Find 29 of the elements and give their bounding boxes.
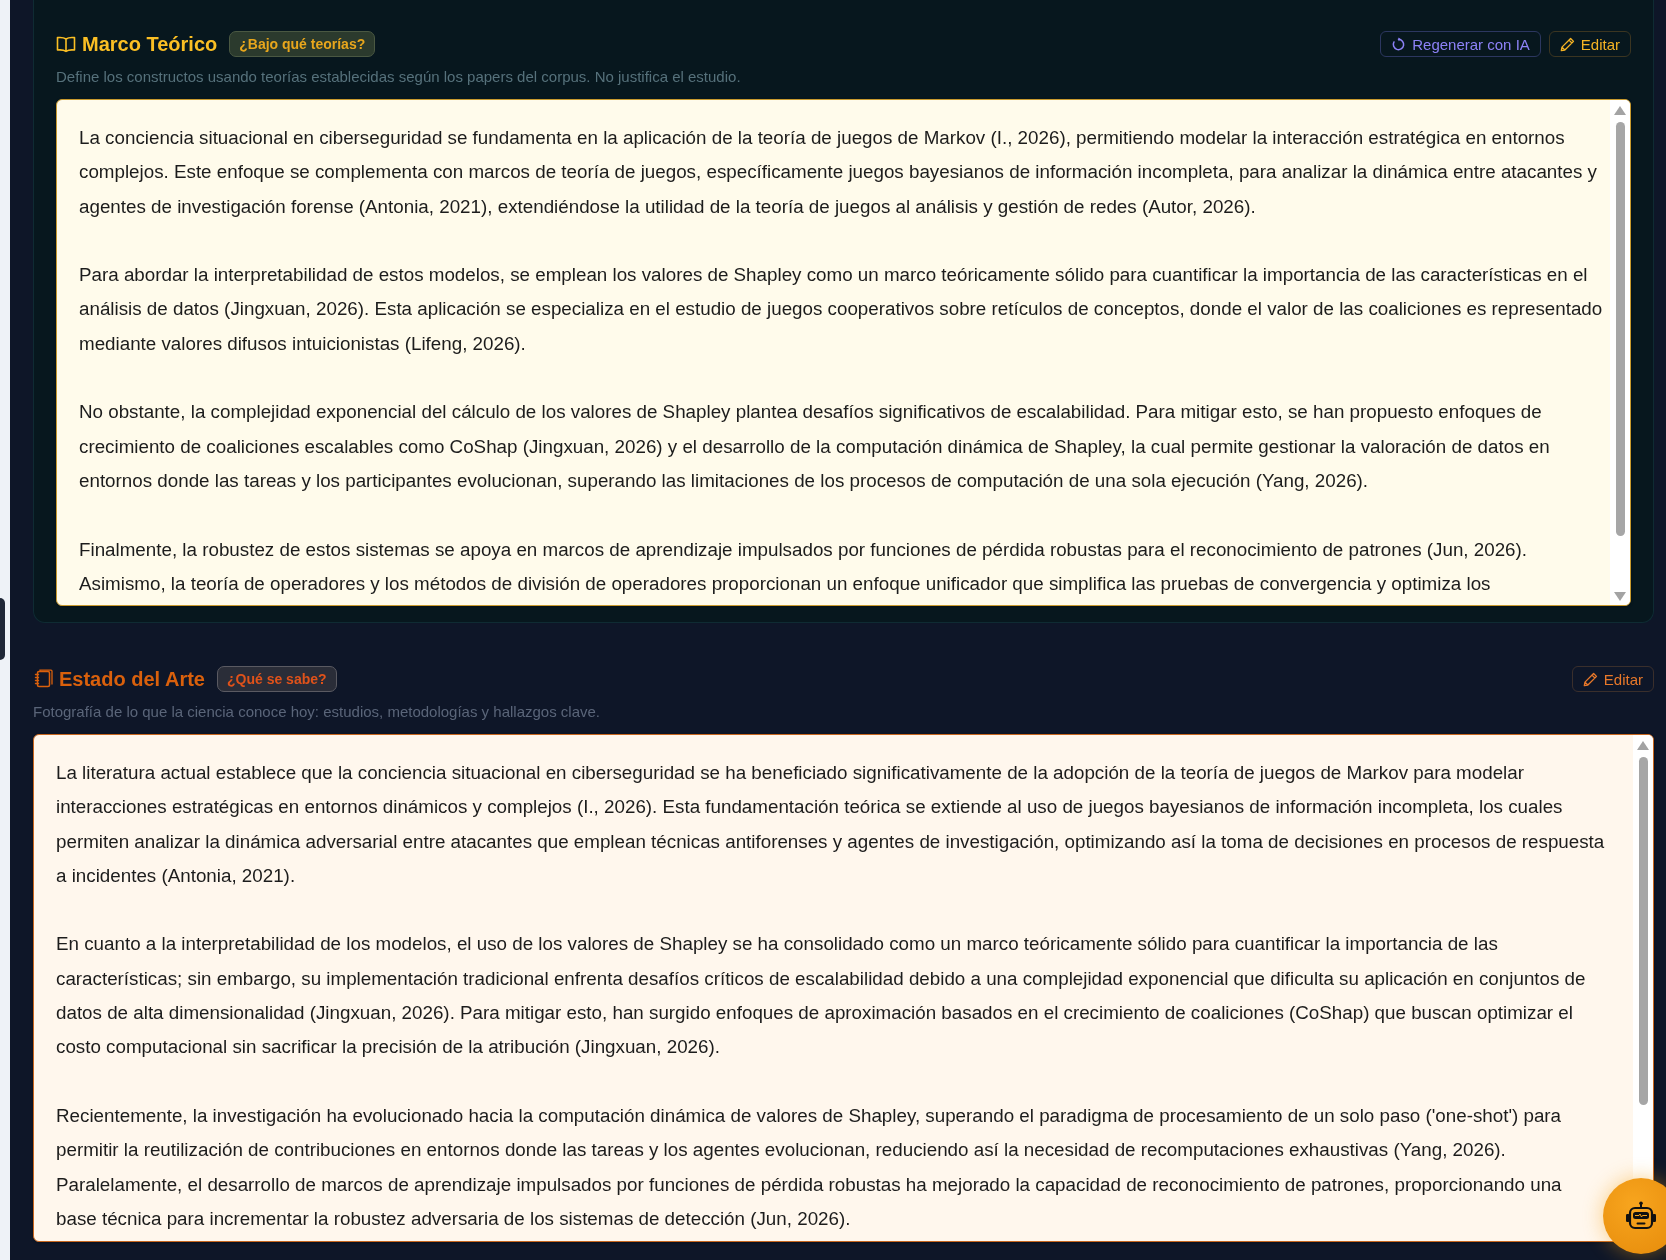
section-title: Estado del Arte xyxy=(59,667,205,692)
scroll-down-icon[interactable] xyxy=(1614,592,1626,601)
notebook-icon xyxy=(33,669,53,689)
sidebar-handle[interactable] xyxy=(0,598,5,660)
scroll-thumb[interactable] xyxy=(1615,122,1625,536)
robot-icon xyxy=(1625,1201,1657,1231)
pencil-icon xyxy=(1559,36,1575,52)
paragraph: La literatura actual establece que la conciencia situacional en ciberseguridad se ha beneficiado significativamente de la adopción de la teoría de juegos de Markov para modelar interacciones estratégicas en entornos dinámicos y complejos (I., 2026). Esta fundamentación teórica se extiende al uso de juegos bayesianos de información incompleta, los cuales permiten analizar la dinámica adversarial entre atacantes que emplean técnicas antiforenses y agentes de investigación, optimizando así la toma de decisiones en procesos de respuesta a incidentes (Antonia, 2021). xyxy=(56,761,1605,888)
pencil-icon xyxy=(1582,671,1598,687)
question-tag: ¿Bajo qué teorías? xyxy=(229,31,376,57)
paragraph: No obstante, la complejidad exponencial del cálculo de los valores de Shapley plantea desafíos significativos de escalabilidad. Para mitigar esto, se han propuesto enfoques de crecimiento de coaliciones escalables como CoShap (Jingxuan, 2026) y el desarrollo de la computación dinámica de Shapley, la cual permite gestionar la valoración de datos en entornos donde las tareas y los participantes evolucionan, superando las limitaciones de los procesos de computación de una sola ejecución (Yang, 2026). xyxy=(79,400,1551,493)
open-book-icon xyxy=(56,34,76,54)
section-description: Fotografía de lo que la ciencia conoce hoy: estudios, metodologías y hallazgos clave. xyxy=(33,702,601,722)
scroll-up-icon[interactable] xyxy=(1637,741,1649,750)
section-description: Define los constructos usando teorías establecidas según los papers del corpus. No justifica el estudio. xyxy=(56,67,742,87)
paragraph: En cuanto a la interpretabilidad de los modelos, el uso de los valores de Shapley se ha consolidado como un marco teóricamente sólido para cuantificar la importancia de las características; sin embargo, su implementación tradicional enfrenta desafíos críticos de escalabilidad debido a una complejidad exponencial que dificulta su aplicación en conjuntos de datos de alta dimensionalidad (Jingxuan, 2026). Para mitigar esto, han surgido enfoques de aproximación basados en el crecimiento de coaliciones (CoShap) que buscan optimizar el costo computacional sin sacrificar la precisión de la atribución (Jingxuan, 2026). xyxy=(56,932,1587,1060)
paragraph: Recientemente, la investigación ha evolucionado hacia la computación dinámica de valores de Shapley, superando el paradigma de procesamiento de un solo paso ('one-shot') para permitir la reutilización de contribuciones en entornos donde las tareas y los agentes evolucionan, reduciendo así la necesidad de recomputaciones exhaustivas (Yang, 2026). Paralelamente, el desarrollo de marcos de aprendizaje impulsados por funciones de pérdida robustas ha mejorado la capacidad de reconocimiento de patrones, proporcionando una base técnica para incrementar la robustez adversaria de los sistemas de detección (Jun, 2026). xyxy=(56,1103,1563,1231)
section-title: Marco Teórico xyxy=(82,32,218,57)
assistant-button[interactable] xyxy=(1603,1178,1666,1254)
paragraph: La conciencia situacional en ciberseguridad se fundamenta en la aplicación de la teoría de juegos de Markov (I., 2026), permitiendo modelar la interacción estratégica en entornos complejos. Este enfoque se complementa con marcos de teoría de juegos, específicamente juegos bayesianos de información incompleta, para analizar la dinámica entre atacantes y agentes de investigación forense (Antonia, 2021), extendiéndose la utilidad de la teoría de juegos al análisis y gestión de redes (Autor, 2026). xyxy=(79,126,1598,219)
scroll-thumb[interactable] xyxy=(1638,757,1648,1105)
edit-button[interactable]: Editar xyxy=(1571,666,1654,692)
paragraph: Finalmente, la robustez de estos sistemas se apoya en marcos de aprendizaje impulsados por funciones de pérdida robustas para el reconocimiento de patrones (Jun, 2026). Asimismo, la teoría de operadores y los métodos de división de operadores proporcionan un enfoque unificador que simplifica las pruebas de convergencia y optimiza los xyxy=(79,537,1529,596)
paragraph: Para abordar la interpretabilidad de estos modelos, se emplean los valores de Shapley como un marco teóricamente sólido para cuantificar la importancia de las características en el análisis de datos (Jingxuan, 2026). Esta aplicación se especializa en el estudio de juegos cooperativos sobre retículos de conceptos, donde el valor de las coaliciones es representado mediante valores difusos intuicionistas (Lifeng, 2026). xyxy=(79,263,1604,356)
edit-button[interactable]: Editar xyxy=(1548,31,1631,57)
refresh-icon xyxy=(1391,36,1407,52)
question-tag: ¿Qué se sabe? xyxy=(216,666,337,692)
scroll-up-icon[interactable] xyxy=(1614,106,1626,115)
regenerate-button[interactable]: Regenerar con IA xyxy=(1380,31,1541,57)
